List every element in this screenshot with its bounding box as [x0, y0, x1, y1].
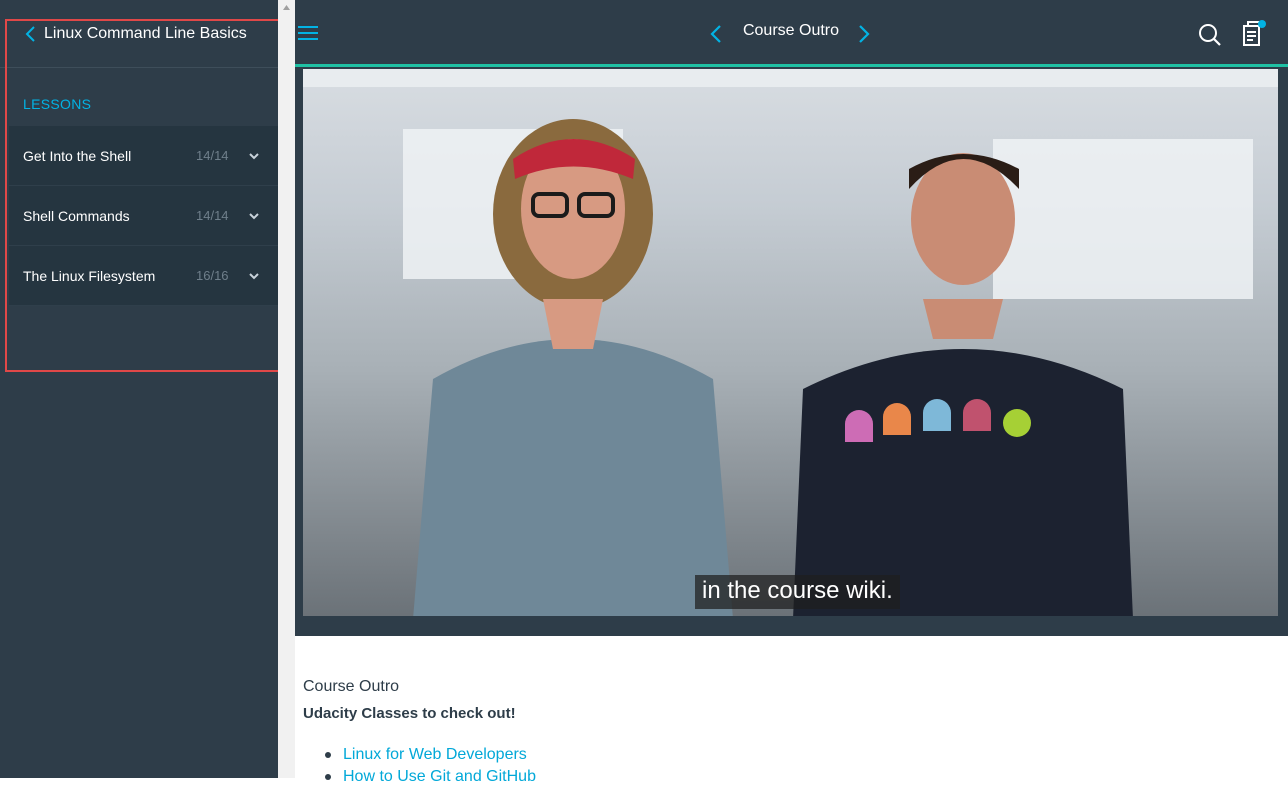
lesson-item-get-into-the-shell[interactable]: Get Into the Shell 14/14 [9, 126, 278, 186]
concept-title: Course Outro [742, 22, 840, 39]
chevron-down-icon [249, 272, 259, 279]
chevron-down-icon [249, 212, 259, 219]
sidebar-scrollbar[interactable] [278, 0, 295, 778]
lesson-progress-count: 16/16 [196, 268, 229, 283]
bullet [325, 752, 331, 758]
scroll-up-icon[interactable] [282, 4, 291, 11]
lesson-item-linux-filesystem[interactable]: The Linux Filesystem 16/16 [9, 246, 278, 306]
concept-content: Course Outro Udacity Classes to check ou… [295, 636, 1288, 785]
chevron-down-icon [249, 152, 259, 159]
notes-icon[interactable] [1241, 20, 1267, 48]
office-ceiling [303, 69, 1278, 87]
lesson-label: The Linux Filesystem [23, 267, 156, 284]
top-bar: Course Outro [295, 0, 1288, 65]
video-frame[interactable]: in the course wiki. [303, 69, 1278, 616]
sidebar: Linux Command Line Basics LESSONS Get In… [0, 0, 281, 778]
link-linux-for-web-developers[interactable]: Linux for Web Developers [343, 746, 527, 764]
lesson-label: Shell Commands [23, 207, 130, 224]
video-player[interactable]: in the course wiki. [295, 67, 1288, 636]
lesson-progress-count: 14/14 [196, 148, 229, 163]
previous-concept-icon[interactable] [709, 24, 723, 44]
link-how-to-use-git-and-github[interactable]: How to Use Git and GitHub [343, 768, 536, 786]
lesson-list: Get Into the Shell 14/14 Shell Commands … [9, 126, 278, 306]
content-title: Course Outro [303, 678, 400, 695]
search-icon[interactable] [1198, 23, 1222, 47]
course-link-list: Linux for Web Developers How to Use Git … [325, 744, 536, 788]
list-item: How to Use Git and GitHub [325, 766, 536, 788]
lesson-label: Get Into the Shell [23, 147, 132, 164]
chevron-left-icon [25, 25, 35, 42]
bullet [325, 774, 331, 780]
lesson-progress-count: 14/14 [196, 208, 229, 223]
course-title: Linux Command Line Basics [44, 24, 247, 42]
menu-icon[interactable] [298, 25, 318, 41]
list-item: Linux for Web Developers [325, 744, 536, 766]
lessons-heading: LESSONS [23, 96, 92, 112]
presenter-left [413, 119, 733, 616]
presenter-right [793, 153, 1133, 616]
next-concept-icon[interactable] [857, 24, 871, 44]
video-caption: in the course wiki. [695, 575, 900, 609]
lesson-item-shell-commands[interactable]: Shell Commands 14/14 [9, 186, 278, 246]
content-subtitle: Udacity Classes to check out! [303, 705, 516, 722]
